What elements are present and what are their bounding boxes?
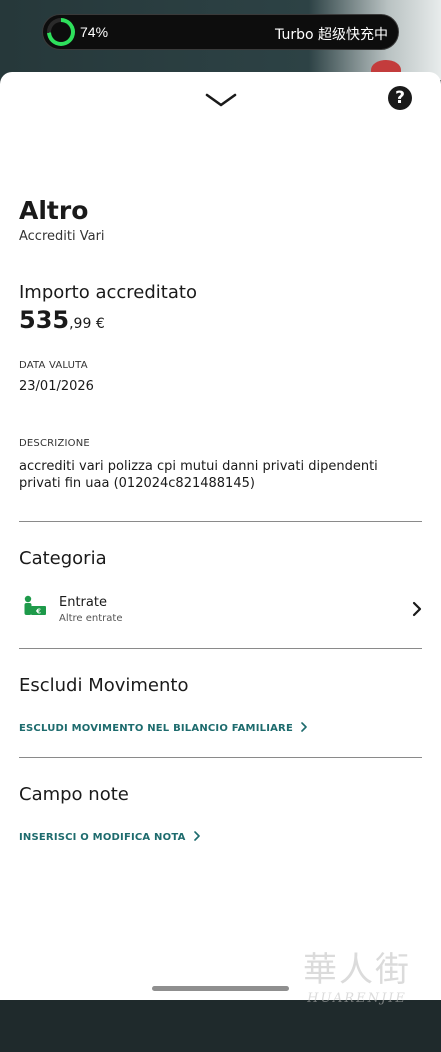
- description-text: accrediti vari polizza cpi mutui danni p…: [19, 459, 378, 491]
- transaction-subtitle: Accrediti Vari: [19, 229, 105, 244]
- category-subcategory: Altre entrate: [59, 613, 123, 624]
- divider: [19, 521, 422, 522]
- watermark-latin: HUARENJIE: [307, 991, 407, 1006]
- svg-text:€: €: [35, 608, 41, 616]
- amount-value: 535,99 €: [19, 306, 105, 334]
- exclude-movement-link[interactable]: ESCLUDI MOVIMENTO NEL BILANCIO FAMILIARE: [19, 722, 307, 734]
- edit-note-label: INSERISCI O MODIFICA NOTA: [19, 832, 186, 843]
- notes-section-title: Campo note: [19, 784, 129, 805]
- chevron-down-icon[interactable]: [204, 92, 238, 108]
- amount-integer: 535: [19, 306, 70, 334]
- battery-percent: 74%: [80, 24, 109, 40]
- amount-decimal: ,99: [69, 316, 92, 332]
- value-date-label: DATA VALUTA: [19, 360, 88, 371]
- description-label: DESCRIZIONE: [19, 438, 90, 449]
- cash-icon: €: [24, 595, 46, 616]
- chevron-right-icon: [412, 601, 422, 617]
- battery-status-pill: 74% Turbo 超级快充中: [42, 14, 399, 50]
- watermark-chinese: 華人街: [303, 950, 411, 990]
- watermark-logo: 華人街 HUARENJIE: [292, 942, 422, 1052]
- exclude-section-title: Escludi Movimento: [19, 675, 189, 696]
- edit-note-link[interactable]: INSERISCI O MODIFICA NOTA: [19, 831, 200, 843]
- transaction-detail-sheet: ? Altro Accrediti Vari Importo accredita…: [0, 72, 441, 1006]
- amount-label: Importo accreditato: [19, 282, 197, 303]
- help-icon[interactable]: ?: [388, 86, 412, 110]
- chevron-right-icon: [301, 722, 307, 732]
- battery-ring-icon: [47, 18, 75, 46]
- category-section-title: Categoria: [19, 548, 107, 569]
- transaction-title: Altro: [19, 196, 89, 225]
- value-date: 23/01/2026: [19, 379, 94, 394]
- amount-currency: €: [91, 316, 105, 332]
- category-row[interactable]: € Entrate Altre entrate: [0, 587, 441, 631]
- category-name: Entrate: [59, 595, 107, 610]
- chevron-right-icon: [193, 831, 200, 841]
- divider: [19, 757, 422, 758]
- charging-status: Turbo 超级快充中: [275, 27, 388, 43]
- divider: [19, 648, 422, 649]
- exclude-movement-label: ESCLUDI MOVIMENTO NEL BILANCIO FAMILIARE: [19, 723, 293, 734]
- home-indicator[interactable]: [152, 986, 289, 991]
